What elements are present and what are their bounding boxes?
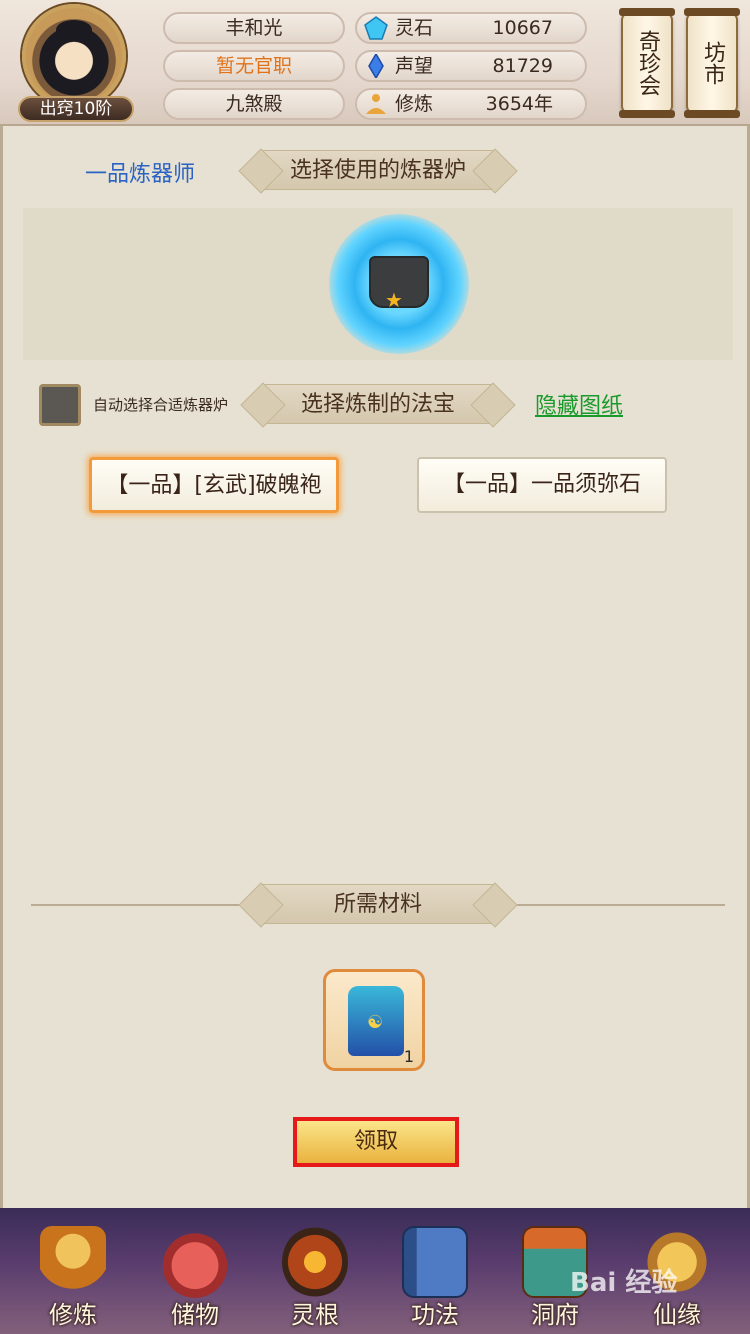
sect-name: 九煞殿 xyxy=(163,88,345,120)
material-slot[interactable]: 1 xyxy=(323,969,425,1071)
nav-label: 灵根 xyxy=(291,1301,339,1329)
claim-button[interactable]: 领取 xyxy=(293,1117,459,1167)
materials-title: 所需材料 xyxy=(259,884,497,924)
nav-cultivate[interactable]: 修炼 xyxy=(18,1218,128,1334)
storage-bag-icon xyxy=(162,1226,228,1298)
choose-treasure-title: 选择炼制的法宝 xyxy=(261,384,495,424)
auto-select-label: 自动选择合适炼器炉 xyxy=(93,396,229,414)
material-count: 1 xyxy=(403,1047,414,1066)
resource-value: 81729 xyxy=(492,55,553,77)
nav-label: 修炼 xyxy=(49,1301,97,1329)
auto-select-checkbox[interactable] xyxy=(39,384,81,426)
reputation-crystal-icon xyxy=(368,54,384,78)
star-icon: ★ xyxy=(385,288,403,312)
player-name: 丰和光 xyxy=(163,12,345,44)
hide-blueprints-link[interactable]: 隐藏图纸 xyxy=(535,388,623,420)
resource-value: 3654年 xyxy=(485,93,553,115)
resource-reputation: 声望 81729 xyxy=(355,50,587,82)
resource-label: 声望 xyxy=(395,55,434,77)
spirit-stone-icon xyxy=(364,16,388,40)
furnace-icon[interactable]: ★ xyxy=(329,214,469,354)
market-button[interactable]: 坊市 xyxy=(684,8,740,118)
scripture-book-icon xyxy=(402,1226,468,1298)
treasure-option-robe[interactable]: 【一品】[玄武]破魄袍 xyxy=(89,457,339,513)
choose-furnace-title: 选择使用的炼器炉 xyxy=(259,150,497,190)
monk-icon xyxy=(40,1226,106,1298)
resource-label: 修炼 xyxy=(395,93,434,115)
treasure-fair-button[interactable]: 奇珍会 xyxy=(619,8,675,118)
nav-label: 功法 xyxy=(411,1301,459,1329)
nav-spirit-root[interactable]: 灵根 xyxy=(260,1218,370,1334)
spirit-root-icon xyxy=(282,1226,348,1298)
forger-grade: 一品炼器师 xyxy=(85,162,196,187)
nav-label: 洞府 xyxy=(531,1301,579,1329)
forge-panel: 一品炼器师 选择使用的炼器炉 ★ 自动选择合适炼器炉 选择炼制的法宝 隐藏图纸 … xyxy=(0,126,750,1208)
resource-value: 10667 xyxy=(492,17,553,39)
rank-badge: 出窍10阶 xyxy=(18,96,134,122)
nav-label: 仙缘 xyxy=(653,1301,701,1329)
meditation-icon xyxy=(366,94,386,114)
furnace-slot[interactable]: ★ xyxy=(23,208,733,360)
avatar[interactable] xyxy=(22,4,126,108)
treasure-option-sumeru-stone[interactable]: 【一品】一品须弥石 xyxy=(417,457,667,513)
nav-techniques[interactable]: 功法 xyxy=(380,1218,490,1334)
watermark: Bai 经验 xyxy=(570,1268,678,1298)
nav-storage[interactable]: 储物 xyxy=(140,1218,250,1334)
official-title: 暂无官职 xyxy=(163,50,345,82)
resource-spirit-stone: 灵石 10667 xyxy=(355,12,587,44)
resource-cultivation: 修炼 3654年 xyxy=(355,88,587,120)
player-avatar-group[interactable]: 出窍10阶 xyxy=(18,4,134,122)
bottom-nav: 修炼 储物 灵根 功法 洞府 仙缘 Bai 经验 xyxy=(0,1208,750,1334)
nav-label: 储物 xyxy=(171,1301,219,1329)
resource-label: 灵石 xyxy=(395,17,434,39)
top-status-bar: 出窍10阶 丰和光 暂无官职 九煞殿 灵石 10667 声望 81729 修炼 … xyxy=(0,0,750,126)
robe-icon xyxy=(348,986,404,1056)
